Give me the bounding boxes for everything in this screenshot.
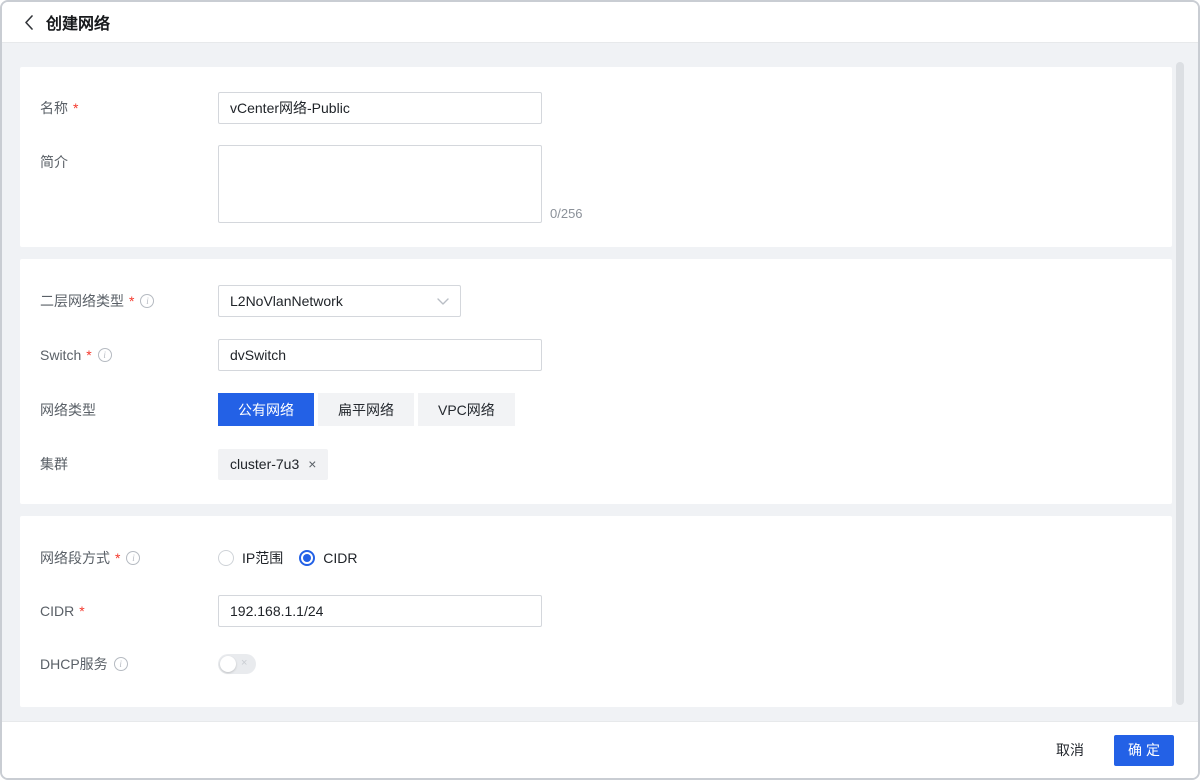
network-type-label: 网络类型 [40, 400, 218, 420]
cidr-field-row: CIDR * [40, 595, 1152, 627]
l2-type-field-row: 二层网络类型 * i L2NoVlanNetwork [40, 285, 1152, 317]
description-textarea[interactable] [218, 145, 542, 223]
required-marker: * [115, 550, 121, 566]
network-type-segmented-control: 公有网络 扁平网络 VPC网络 [218, 393, 515, 426]
network-type-option-public[interactable]: 公有网络 [218, 393, 314, 426]
close-icon[interactable]: × [308, 457, 316, 471]
dhcp-field-row: DHCP服务 i × [40, 648, 1152, 680]
switch-label-text: Switch [40, 347, 82, 363]
description-field-row: 简介 0/256 [40, 145, 1152, 223]
page-title: 创建网络 [46, 16, 111, 33]
radio-cidr-label: CIDR [323, 550, 358, 566]
back-button[interactable] [24, 14, 33, 30]
cluster-tag-text: cluster-7u3 [230, 456, 300, 472]
create-network-window: 创建网络 名称 * 简介 0/256 [0, 0, 1200, 780]
info-icon: i [140, 294, 155, 308]
name-field-row: 名称 * [40, 92, 1152, 124]
description-label: 简介 [40, 145, 218, 172]
l2-type-selected-value: L2NoVlanNetwork [230, 293, 343, 309]
dhcp-label-text: DHCP服务 [40, 656, 108, 672]
cluster-label: 集群 [40, 454, 218, 474]
network-type-label-text: 网络类型 [40, 401, 96, 418]
scrollbar-thumb[interactable] [1176, 62, 1184, 705]
description-label-text: 简介 [40, 154, 68, 170]
basic-info-card: 名称 * 简介 0/256 [20, 67, 1172, 247]
network-type-field-row: 网络类型 公有网络 扁平网络 VPC网络 [40, 393, 1152, 426]
switch-label: Switch * i [40, 347, 218, 363]
radio-dot [303, 554, 312, 562]
page-header: 创建网络 [2, 2, 1198, 43]
name-input[interactable] [218, 92, 542, 124]
segment-method-label: 网络段方式 * i [40, 548, 218, 568]
radio-checked-icon [299, 550, 316, 566]
toggle-off-icon: × [241, 657, 248, 670]
network-type-option-vpc[interactable]: VPC网络 [418, 393, 515, 426]
radio-ip-range[interactable]: IP范围 [218, 548, 283, 568]
l2-type-select[interactable]: L2NoVlanNetwork [218, 285, 461, 317]
network-settings-card: 二层网络类型 * i L2NoVlanNetwork Switch * i dv… [20, 259, 1172, 504]
name-label-text: 名称 [40, 100, 68, 116]
confirm-button[interactable]: 确定 [1114, 734, 1174, 766]
cluster-field-row: 集群 cluster-7u3 × [40, 448, 1152, 480]
dhcp-label: DHCP服务 i [40, 654, 218, 674]
toggle-knob [220, 656, 236, 672]
l2-type-label-text: 二层网络类型 [40, 293, 124, 309]
cidr-label: CIDR * [40, 603, 218, 619]
segment-method-field-row: 网络段方式 * i IP范围 CIDR [40, 542, 1152, 574]
radio-cidr[interactable]: CIDR [299, 550, 357, 566]
required-marker: * [86, 347, 92, 363]
info-icon: i [113, 657, 128, 671]
cancel-button[interactable]: 取消 [1056, 740, 1084, 760]
l2-type-label: 二层网络类型 * i [40, 291, 218, 311]
network-segment-card: 网络段方式 * i IP范围 CIDR CIDR * 192.168.1.1/2… [20, 516, 1172, 707]
footer-action-bar: 取消 确定 [2, 721, 1198, 778]
required-marker: * [79, 603, 85, 619]
cidr-label-text: CIDR [40, 603, 75, 619]
chevron-down-icon [437, 297, 449, 305]
cluster-label-text: 集群 [40, 456, 68, 472]
segment-method-label-text: 网络段方式 [40, 550, 110, 566]
cidr-input[interactable] [218, 595, 542, 627]
dhcp-toggle[interactable]: × [218, 654, 256, 674]
radio-ip-range-label: IP范围 [242, 550, 284, 566]
network-type-option-flat[interactable]: 扁平网络 [318, 393, 414, 426]
radio-unchecked-icon [218, 550, 234, 566]
info-icon: i [126, 551, 141, 565]
segment-method-radio-group: IP范围 CIDR [218, 548, 357, 568]
chevron-left-icon [24, 14, 33, 30]
name-label: 名称 * [40, 98, 218, 118]
switch-field-row: Switch * i [40, 339, 1152, 371]
char-counter: 0/256 [550, 206, 583, 221]
info-icon: i [97, 348, 112, 362]
form-content: 名称 * 简介 0/256 二层网络类型 * i [2, 43, 1198, 721]
required-marker: * [129, 293, 135, 309]
cluster-tag: cluster-7u3 × [218, 448, 329, 480]
switch-input[interactable] [218, 339, 542, 371]
required-marker: * [73, 100, 79, 116]
